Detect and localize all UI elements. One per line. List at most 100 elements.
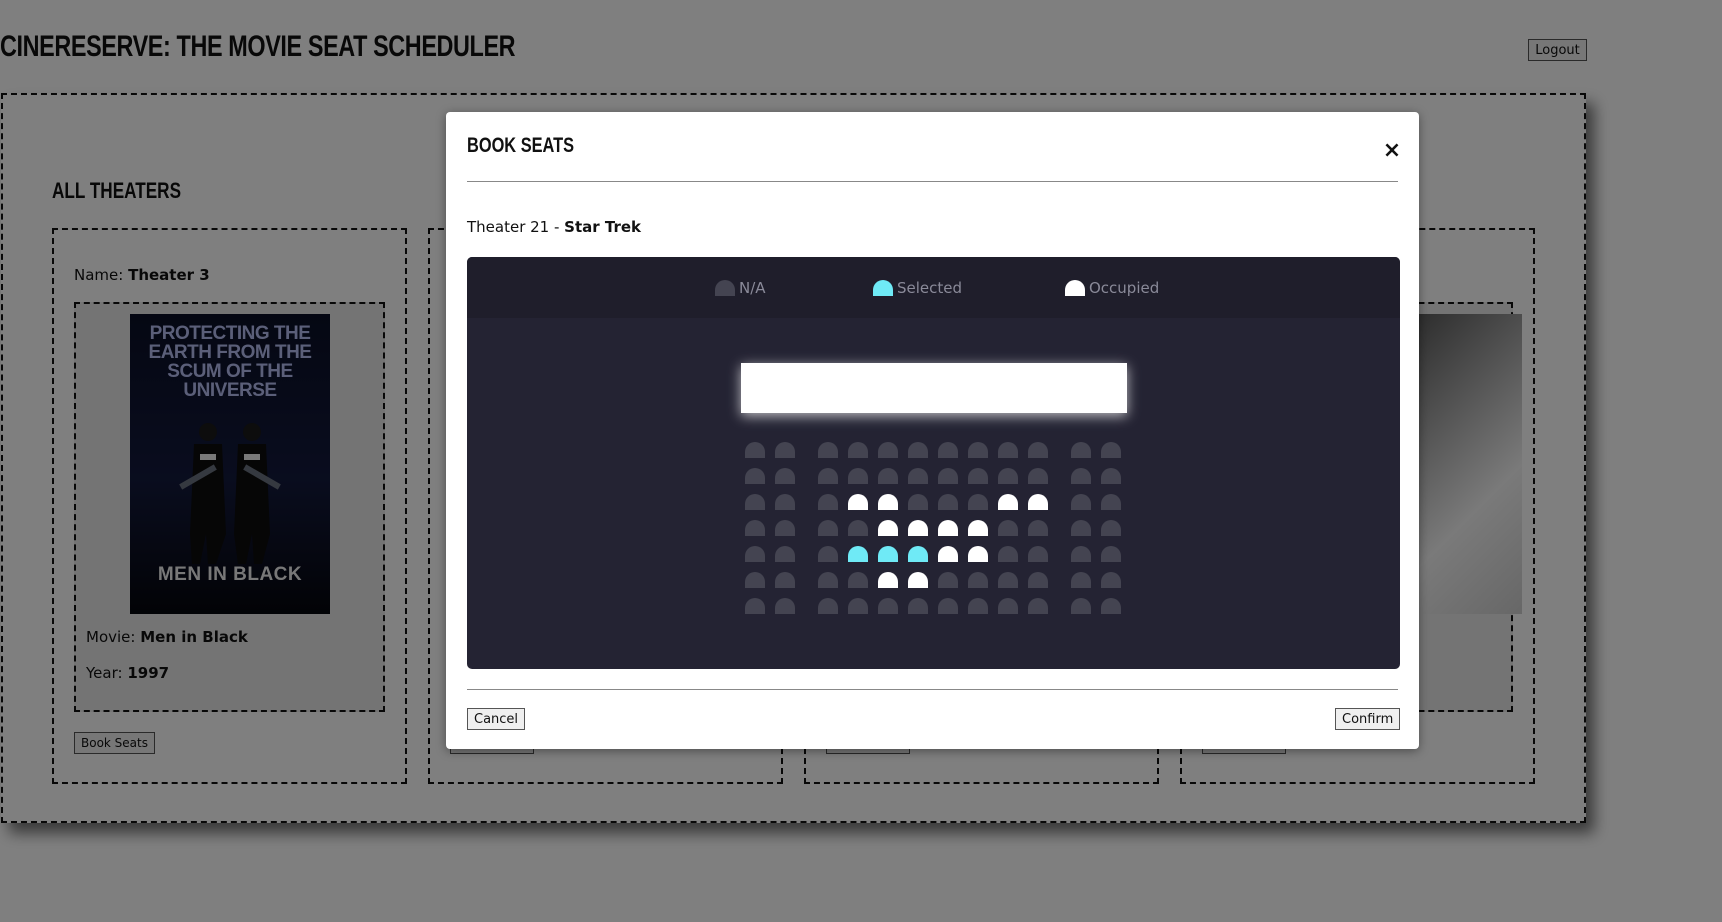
seat-na[interactable] bbox=[818, 520, 838, 536]
seat-occupied bbox=[878, 520, 898, 536]
legend-occupied-label: Occupied bbox=[1089, 279, 1160, 297]
seat-na[interactable] bbox=[1028, 520, 1048, 536]
seat-na[interactable] bbox=[1101, 494, 1121, 510]
seat-na[interactable] bbox=[1101, 468, 1121, 484]
seat-na[interactable] bbox=[968, 494, 988, 510]
seat-na[interactable] bbox=[1028, 572, 1048, 588]
seat-na[interactable] bbox=[908, 598, 928, 614]
seat-na[interactable] bbox=[818, 598, 838, 614]
seat-na[interactable] bbox=[938, 468, 958, 484]
book-seats-modal: BOOK SEATS × Theater 21 - Star Trek N/A … bbox=[446, 112, 1419, 749]
seat-na[interactable] bbox=[998, 546, 1018, 562]
seat-na[interactable] bbox=[1028, 598, 1048, 614]
seat-na[interactable] bbox=[908, 442, 928, 458]
seat-na[interactable] bbox=[938, 494, 958, 510]
seat-na[interactable] bbox=[1101, 598, 1121, 614]
seat-occupied bbox=[878, 572, 898, 588]
seat-na[interactable] bbox=[998, 468, 1018, 484]
seat-na[interactable] bbox=[1071, 598, 1091, 614]
legend-selected: Selected bbox=[873, 279, 962, 297]
seat-na[interactable] bbox=[998, 598, 1018, 614]
seat-na[interactable] bbox=[968, 468, 988, 484]
seat-occupied bbox=[908, 572, 928, 588]
seat-occupied bbox=[968, 546, 988, 562]
seat-na[interactable] bbox=[745, 572, 765, 588]
seat-na[interactable] bbox=[775, 572, 795, 588]
seat-na[interactable] bbox=[998, 520, 1018, 536]
seat-na[interactable] bbox=[848, 442, 868, 458]
close-icon[interactable]: × bbox=[1382, 139, 1402, 163]
seat-na[interactable] bbox=[775, 468, 795, 484]
seat-selected[interactable] bbox=[908, 546, 928, 562]
seat-na[interactable] bbox=[1071, 520, 1091, 536]
seat-selected[interactable] bbox=[878, 546, 898, 562]
seat-na[interactable] bbox=[908, 468, 928, 484]
seat-occupied bbox=[848, 494, 868, 510]
seat-na[interactable] bbox=[878, 598, 898, 614]
divider bbox=[467, 181, 1398, 182]
seat-selected[interactable] bbox=[848, 546, 868, 562]
seat-na[interactable] bbox=[848, 598, 868, 614]
cancel-button[interactable]: Cancel bbox=[467, 708, 526, 730]
legend-na-label: N/A bbox=[739, 279, 766, 297]
seat-na[interactable] bbox=[745, 520, 765, 536]
seat-na[interactable] bbox=[998, 442, 1018, 458]
seat-na[interactable] bbox=[818, 442, 838, 458]
seat-occupied bbox=[998, 494, 1018, 510]
divider bbox=[467, 689, 1398, 690]
seat-na[interactable] bbox=[1101, 520, 1121, 536]
seat-na[interactable] bbox=[745, 468, 765, 484]
seat-na[interactable] bbox=[998, 572, 1018, 588]
seat-map-panel: N/A Selected Occupied bbox=[467, 257, 1400, 669]
seat-na[interactable] bbox=[938, 442, 958, 458]
seat-na[interactable] bbox=[745, 546, 765, 562]
seat-na[interactable] bbox=[938, 572, 958, 588]
seat-na-icon bbox=[715, 280, 735, 296]
seat-occupied bbox=[878, 494, 898, 510]
seat-na[interactable] bbox=[775, 494, 795, 510]
seat-na[interactable] bbox=[848, 520, 868, 536]
seat-occupied bbox=[1028, 494, 1048, 510]
seat-na[interactable] bbox=[775, 546, 795, 562]
movie-name: Star Trek bbox=[564, 218, 642, 236]
seat-na[interactable] bbox=[1028, 468, 1048, 484]
seat-na[interactable] bbox=[968, 598, 988, 614]
seat-na[interactable] bbox=[1071, 468, 1091, 484]
seat-na[interactable] bbox=[1101, 546, 1121, 562]
seat-na[interactable] bbox=[848, 468, 868, 484]
theater-movie-heading: Theater 21 - Star Trek bbox=[467, 218, 641, 236]
seat-na[interactable] bbox=[1071, 572, 1091, 588]
seat-na[interactable] bbox=[745, 442, 765, 458]
seat-na[interactable] bbox=[745, 494, 765, 510]
theater-label: Theater 21 - bbox=[467, 218, 565, 236]
seat-legend: N/A Selected Occupied bbox=[467, 257, 1400, 318]
seat-na[interactable] bbox=[878, 468, 898, 484]
seat-na[interactable] bbox=[745, 598, 765, 614]
seat-na[interactable] bbox=[775, 598, 795, 614]
seat-occupied bbox=[938, 520, 958, 536]
seat-na[interactable] bbox=[775, 442, 795, 458]
cinema-screen bbox=[741, 363, 1127, 413]
seat-na[interactable] bbox=[818, 468, 838, 484]
seat-na[interactable] bbox=[775, 520, 795, 536]
seat-na[interactable] bbox=[848, 572, 868, 588]
seat-selected-icon bbox=[873, 280, 893, 296]
seat-na[interactable] bbox=[878, 442, 898, 458]
seat-na[interactable] bbox=[818, 494, 838, 510]
seat-na[interactable] bbox=[1071, 546, 1091, 562]
seat-na[interactable] bbox=[938, 598, 958, 614]
page: CINERESERVE: THE MOVIE SEAT SCHEDULER Lo… bbox=[0, 0, 1722, 922]
seat-na[interactable] bbox=[968, 442, 988, 458]
seat-na[interactable] bbox=[1101, 572, 1121, 588]
seat-na[interactable] bbox=[1028, 442, 1048, 458]
seat-na[interactable] bbox=[1071, 442, 1091, 458]
seat-occupied bbox=[968, 520, 988, 536]
seat-na[interactable] bbox=[818, 546, 838, 562]
seat-na[interactable] bbox=[1071, 494, 1091, 510]
seat-na[interactable] bbox=[968, 572, 988, 588]
seat-na[interactable] bbox=[1028, 546, 1048, 562]
seat-na[interactable] bbox=[1101, 442, 1121, 458]
seat-na[interactable] bbox=[818, 572, 838, 588]
seat-na[interactable] bbox=[908, 494, 928, 510]
confirm-button[interactable]: Confirm bbox=[1335, 708, 1401, 730]
